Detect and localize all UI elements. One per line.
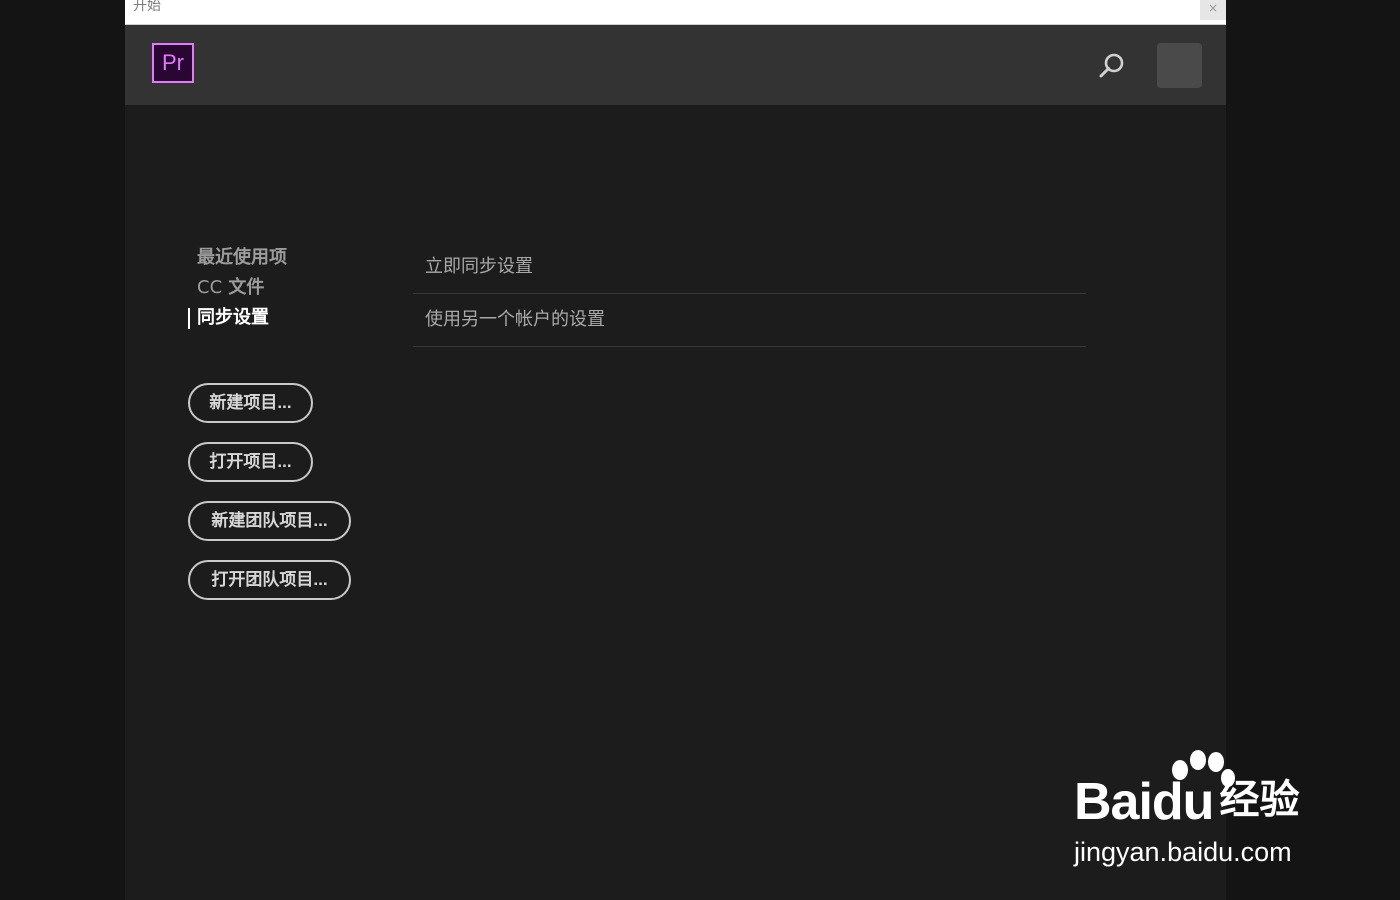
new-team-project-button[interactable]: 新建团队项目...: [188, 501, 351, 541]
action-buttons: 新建项目... 打开项目... 新建团队项目... 打开团队项目...: [188, 383, 351, 619]
nav-item-label: 文件: [228, 277, 265, 298]
watermark-brand-left: Bai: [1074, 773, 1153, 831]
watermark-brand-right: du: [1151, 773, 1215, 831]
open-team-project-button[interactable]: 打开团队项目...: [188, 560, 351, 600]
start-window: 开始 × Pr 最近使用项 CC 文件 同步设置 新建项目... 打开项目...…: [125, 0, 1226, 900]
screen: 开始 × Pr 最近使用项 CC 文件 同步设置 新建项目... 打开项目...…: [0, 0, 1400, 900]
new-project-button[interactable]: 新建项目...: [188, 383, 313, 423]
use-other-account-option[interactable]: 使用另一个帐户的设置: [413, 294, 1086, 347]
nav-item-prefix: CC: [197, 277, 223, 298]
side-nav: 最近使用项 CC 文件 同步设置: [188, 243, 388, 333]
sync-options-list: 立即同步设置 使用另一个帐户的设置: [413, 241, 1086, 347]
watermark-url: jingyan.baidu.com: [1074, 837, 1292, 867]
nav-item-sync-settings[interactable]: 同步设置: [188, 303, 388, 333]
title-bar: 开始 ×: [125, 0, 1226, 25]
window-title: 开始: [133, 0, 161, 14]
sync-now-option[interactable]: 立即同步设置: [413, 241, 1086, 294]
open-project-button[interactable]: 打开项目...: [188, 442, 313, 482]
nav-item-cc-files[interactable]: CC 文件: [188, 273, 388, 303]
watermark-brand-cn: 经验: [1219, 777, 1300, 823]
close-button[interactable]: ×: [1200, 0, 1226, 20]
user-avatar[interactable]: [1157, 43, 1202, 88]
watermark-brand: Baidu 经验: [1074, 770, 1299, 832]
app-header: Pr: [125, 25, 1226, 105]
search-button[interactable]: [1097, 51, 1127, 81]
nav-item-recent[interactable]: 最近使用项: [188, 243, 388, 273]
nav-item-label: 最近使用项: [197, 247, 287, 268]
premiere-logo: Pr: [152, 43, 194, 83]
search-icon: [1099, 53, 1124, 78]
nav-item-label: 同步设置: [197, 307, 269, 328]
baidu-watermark: Baidu 经验 jingyan.baidu.com: [1072, 748, 1372, 878]
